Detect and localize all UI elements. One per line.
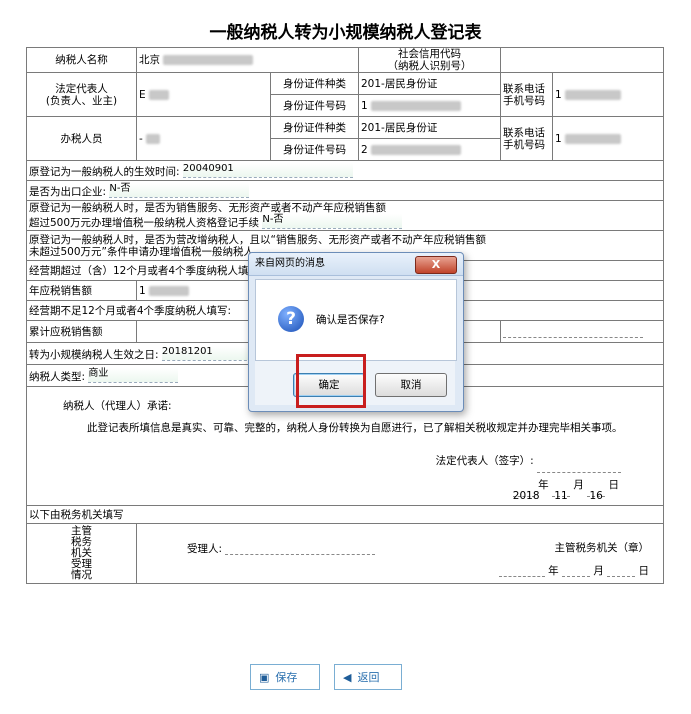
cancel-button[interactable]: 取消: [375, 373, 447, 397]
agent-field[interactable]: -: [139, 133, 143, 145]
credit-code-field[interactable]: [500, 47, 664, 73]
redacted-block: [149, 285, 190, 296]
receiver-label: 受理人:: [187, 543, 223, 555]
eff-time-field[interactable]: 20040901: [182, 163, 353, 178]
ok-button-highlight: [296, 354, 366, 408]
signature-field[interactable]: [537, 460, 621, 473]
annual-sales-field[interactable]: 1: [139, 285, 146, 297]
eff-time-row: 原登记为一般纳税人的生效时间: 20040901: [26, 160, 664, 181]
taxpayer-name-field[interactable]: 北京: [139, 54, 160, 66]
legal-rep-field[interactable]: E: [139, 89, 146, 101]
redacted-block: [371, 144, 462, 155]
legal-id-type-field[interactable]: 201-居民身份证: [358, 72, 501, 95]
promise-text: 此登记表所填信息是真实、可靠、完整的，纳税人身份转换为自愿进行，已了解相关税收规…: [87, 422, 623, 434]
redacted-block: [163, 55, 254, 65]
sign-date: 2018 年 11 月 16 日: [512, 479, 619, 502]
tax-office-accept-cell: 受理人: 主管税务机关（章） 年 月 日: [136, 523, 664, 584]
legal-phone-field[interactable]: 1: [555, 89, 562, 101]
legal-id-number-field[interactable]: 1: [361, 100, 368, 112]
legal-id-number-cell: 1: [358, 94, 501, 117]
taxpayer-name-cell: 北京: [136, 47, 359, 73]
legal-rep-cell: E: [136, 72, 271, 117]
question-icon: ?: [278, 306, 304, 332]
agent-cell: -: [136, 116, 271, 161]
q3-select[interactable]: N-否: [262, 214, 403, 229]
agent-phone-cell: 1: [552, 116, 664, 161]
legal-id-number-label: 身份证件号码: [270, 94, 359, 117]
convert-date-field[interactable]: 20181201: [161, 346, 252, 361]
agent-id-number-field[interactable]: 2: [361, 144, 368, 156]
dialog-body: ? 确认是否保存?: [255, 279, 457, 361]
export-select[interactable]: N-否: [109, 183, 250, 198]
redacted-block: [565, 89, 622, 100]
receiver-field[interactable]: [225, 542, 376, 555]
tax-office-fill: 以下由税务机关填写: [26, 505, 664, 524]
cumulative-label: 累计应税销售额: [26, 320, 137, 343]
back-arrow-icon: ◀: [343, 671, 352, 684]
agent-phone-label: 联系电话 手机号码: [500, 116, 553, 161]
dialog-message: 确认是否保存?: [316, 314, 385, 326]
legal-rep-label: 法定代表人 (负责人、业主): [26, 72, 137, 117]
save-label: 保存: [275, 671, 298, 684]
agent-phone-field[interactable]: 1: [555, 133, 562, 145]
agent-id-type-label: 身份证件种类: [270, 116, 359, 139]
office-date: 年 月 日: [498, 564, 649, 577]
export-row: 是否为出口企业: N-否: [26, 180, 664, 201]
agent-label: 办税人员: [26, 116, 137, 161]
sign-day[interactable]: 16: [587, 484, 606, 502]
annual-sales-label: 年应税销售额: [26, 280, 137, 301]
sign-month[interactable]: 11: [551, 484, 570, 502]
sign-year[interactable]: 2018: [512, 484, 540, 502]
type-select[interactable]: 商业: [88, 368, 179, 383]
q3-row: 原登记为一般纳税人时，是否为销售服务、无形资产或者不动产年应税销售额 超过500…: [26, 200, 664, 231]
legal-phone-cell: 1: [552, 72, 664, 117]
save-button[interactable]: ▣ 保存: [250, 664, 320, 690]
tax-office-accept-label: 主管 税务 机关 受理 情况: [26, 523, 137, 584]
agent-id-number-cell: 2: [358, 138, 501, 161]
redacted-block: [565, 133, 622, 144]
legal-phone-label: 联系电话 手机号码: [500, 72, 553, 117]
signature-line: 法定代表人（签字）:: [29, 449, 661, 473]
cumulative-extra: [500, 320, 664, 343]
legal-id-type-label: 身份证件种类: [270, 72, 359, 95]
agent-id-number-label: 身份证件号码: [270, 138, 359, 161]
page-title: 一般纳税人转为小规模纳税人登记表: [209, 23, 482, 43]
back-label: 返回: [357, 671, 380, 684]
back-button[interactable]: ◀ 返回: [334, 664, 402, 690]
taxpayer-name-label: 纳税人名称: [26, 47, 137, 73]
credit-code-label: 社会信用代码 （纳税人识别号）: [358, 47, 501, 73]
redacted-block: [371, 100, 462, 111]
office-seal: 主管税务机关（章）: [554, 542, 650, 554]
floppy-disk-icon: ▣: [259, 671, 270, 684]
agent-id-type-field[interactable]: 201-居民身份证: [358, 116, 501, 139]
redacted-block: [148, 89, 169, 100]
redacted-block: [146, 133, 161, 144]
close-icon[interactable]: X: [415, 256, 457, 274]
